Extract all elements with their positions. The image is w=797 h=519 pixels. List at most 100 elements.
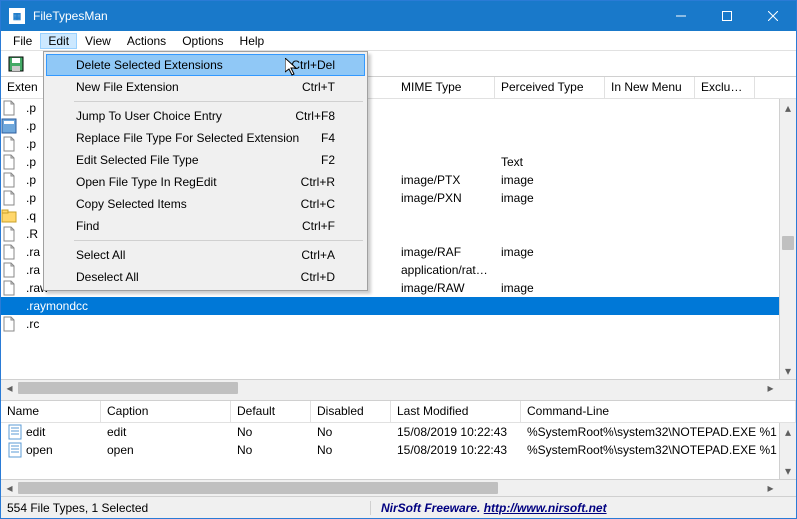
menu-item-delete-selected-extensions[interactable]: Delete Selected ExtensionsCtrl+Del [46,54,365,76]
col-perceived[interactable]: Perceived Type [495,77,605,98]
file-icon [1,262,17,278]
file-icon [1,118,17,134]
scroll-right-icon[interactable]: ▸ [762,480,779,496]
minimize-button[interactable] [658,1,704,31]
cell-perceived: Text [495,155,605,169]
maximize-button[interactable] [704,1,750,31]
horizontal-scrollbar[interactable]: ◂ ▸ [1,379,796,396]
cell-perceived: image [495,281,605,295]
cell-default: No [231,425,311,439]
col-command-line[interactable]: Command-Line [521,401,796,422]
menu-item-shortcut: Ctrl+C [301,197,335,211]
save-button[interactable] [5,53,27,75]
table-row[interactable]: openopenNoNo15/08/2019 10:22:43%SystemRo… [1,441,796,459]
col-disabled[interactable]: Disabled [311,401,391,422]
col-default[interactable]: Default [231,401,311,422]
window-controls [658,1,796,31]
cell-default: No [231,443,311,457]
cell-name: edit [1,424,101,440]
menu-item-label: Copy Selected Items [76,197,301,211]
menu-item-edit-selected-file-type[interactable]: Edit Selected File TypeF2 [46,149,365,171]
table-row[interactable] [1,333,796,341]
col-name[interactable]: Name [1,401,101,422]
menu-item-shortcut: Ctrl+Del [291,58,335,72]
menu-item-open-file-type-in-regedit[interactable]: Open File Type In RegEditCtrl+R [46,171,365,193]
col-extension[interactable]: Exten [1,77,45,98]
menu-item-new-file-extension[interactable]: New File ExtensionCtrl+T [46,76,365,98]
scroll-right-icon[interactable]: ▸ [762,380,779,396]
vertical-scrollbar[interactable]: ▴ ▾ [779,99,796,379]
cell-mime: image/RAF [395,245,495,259]
col-excluded[interactable]: Excluded [695,77,755,98]
cell-disabled: No [311,443,391,457]
cell-extension: .p [20,155,42,169]
table-row[interactable]: .raymondcc [1,297,796,315]
cell-perceived: image [495,173,605,187]
horizontal-scrollbar-bottom[interactable]: ◂ ▸ [1,479,796,496]
file-icon [1,226,17,242]
table-row[interactable]: .rc [1,315,796,333]
file-icon [1,136,17,152]
cell-perceived: image [495,245,605,259]
menu-item-label: Replace File Type For Selected Extension [76,131,321,145]
cell-extension: .p [20,137,42,151]
table-row[interactable]: editeditNoNo15/08/2019 10:22:43%SystemRo… [1,423,796,441]
cell-mime: image/RAW [395,281,495,295]
col-mime[interactable]: MIME Type [395,77,495,98]
menu-file[interactable]: File [5,33,40,49]
cell-extension: .p [20,173,42,187]
cell-extension: .raymondcc [20,299,94,313]
menu-item-label: Select All [76,248,301,262]
cell-extension: .p [20,119,42,133]
scroll-down-icon[interactable]: ▾ [780,462,796,479]
notepad-icon [7,442,23,458]
menu-item-shortcut: F2 [321,153,335,167]
file-icon [1,172,17,188]
scroll-down-icon[interactable]: ▾ [780,362,796,379]
cell-mime: application/rat… [395,263,495,277]
cell-last-modified: 15/08/2019 10:22:43 [391,425,521,439]
menu-view[interactable]: View [77,33,119,49]
menu-separator [74,101,363,102]
scroll-up-icon[interactable]: ▴ [780,99,796,116]
menu-options[interactable]: Options [174,33,231,49]
cell-command-line: %SystemRoot%\system32\NOTEPAD.EXE %1 [521,443,796,457]
menu-item-shortcut: Ctrl+T [302,80,335,94]
menu-item-copy-selected-items[interactable]: Copy Selected ItemsCtrl+C [46,193,365,215]
menu-item-label: Open File Type In RegEdit [76,175,301,189]
file-icon [1,280,17,296]
menu-item-deselect-all[interactable]: Deselect AllCtrl+D [46,266,365,288]
cell-extension: .rc [20,317,45,331]
close-button[interactable] [750,1,796,31]
cell-disabled: No [311,425,391,439]
cell-extension: .p [20,191,42,205]
cell-last-modified: 15/08/2019 10:22:43 [391,443,521,457]
cell-caption: open [101,443,231,457]
file-icon [1,298,17,314]
cell-mime: image/PXN [395,191,495,205]
file-icon [1,100,17,116]
menu-item-shortcut: Ctrl+R [301,175,335,189]
menu-item-shortcut: Ctrl+F [302,219,335,233]
col-last-modified[interactable]: Last Modified [391,401,521,422]
scroll-up-icon[interactable]: ▴ [780,423,796,440]
menu-edit[interactable]: Edit [40,33,77,49]
menu-item-shortcut: F4 [321,131,335,145]
menu-item-select-all[interactable]: Select AllCtrl+A [46,244,365,266]
menu-item-replace-file-type-for-selected-extension[interactable]: Replace File Type For Selected Extension… [46,127,365,149]
menu-item-jump-to-user-choice-entry[interactable]: Jump To User Choice EntryCtrl+F8 [46,105,365,127]
menu-item-find[interactable]: FindCtrl+F [46,215,365,237]
status-link[interactable]: http://www.nirsoft.net [484,501,607,515]
cell-extension: .R [20,227,44,241]
file-icon [1,244,17,260]
menu-item-shortcut: Ctrl+F8 [295,109,335,123]
col-in-new-menu[interactable]: In New Menu [605,77,695,98]
vertical-scrollbar-bottom[interactable]: ▴ ▾ [779,423,796,479]
col-caption[interactable]: Caption [101,401,231,422]
scroll-left-icon[interactable]: ◂ [1,480,18,496]
actions-grid-body[interactable]: ▴ ▾ editeditNoNo15/08/2019 10:22:43%Syst… [1,423,796,479]
scroll-left-icon[interactable]: ◂ [1,380,18,396]
menu-actions[interactable]: Actions [119,33,174,49]
menu-help[interactable]: Help [232,33,273,49]
menu-item-label: Find [76,219,302,233]
